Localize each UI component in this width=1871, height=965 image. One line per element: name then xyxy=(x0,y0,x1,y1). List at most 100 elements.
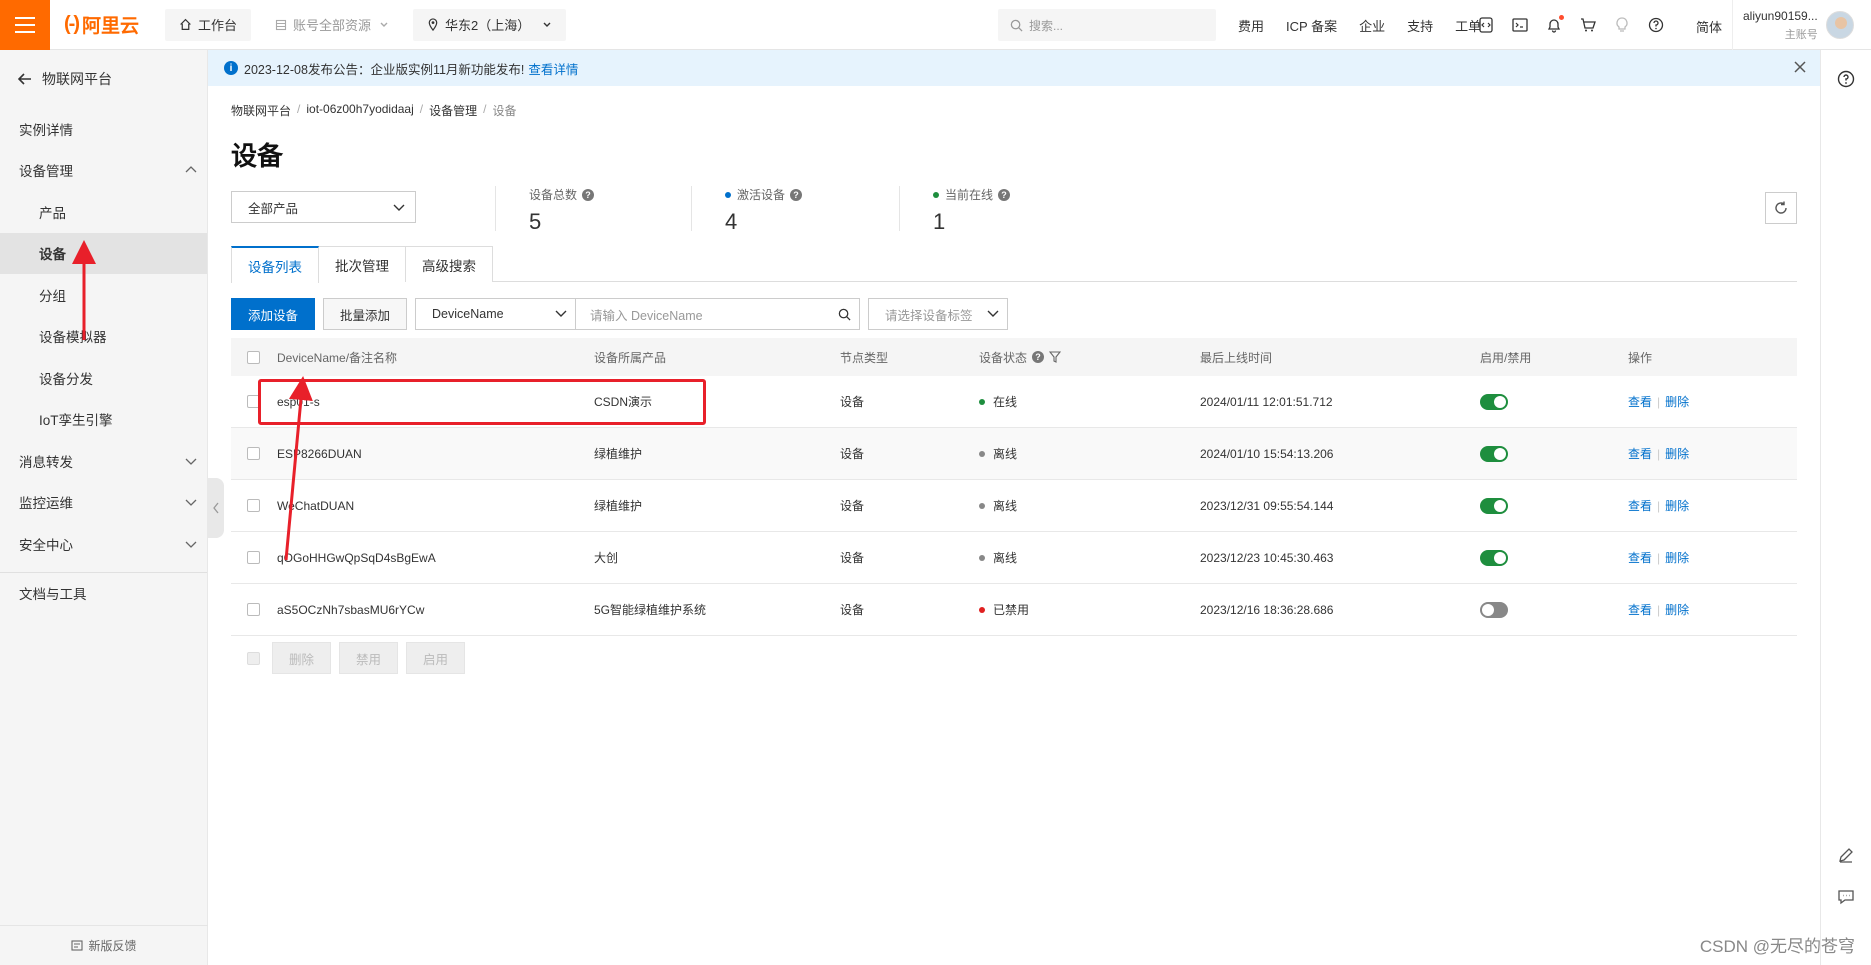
sidebar-item-device-simulator[interactable]: 设备模拟器 xyxy=(0,316,207,358)
device-product: CSDN演示 xyxy=(594,395,653,409)
search-icon[interactable] xyxy=(838,308,851,321)
question-icon[interactable]: ? xyxy=(998,188,1011,201)
device-search-input[interactable]: 请输入 DeviceName xyxy=(576,299,859,329)
sidebar-item-device-distribution[interactable]: 设备分发 xyxy=(0,357,207,399)
code-icon[interactable] xyxy=(1478,17,1494,33)
row-actions: 查看 | 删除 xyxy=(1628,601,1690,618)
language-switch[interactable]: 简体 xyxy=(1696,17,1722,36)
device-status: 离线 xyxy=(979,532,1017,583)
back-to-iot-platform[interactable]: 物联网平台 xyxy=(0,50,207,108)
announcement-link[interactable]: 查看详情 xyxy=(528,59,578,78)
sidebar-item-groups[interactable]: 分组 xyxy=(0,274,207,316)
tab-advanced-search[interactable]: 高级搜索 xyxy=(405,246,493,282)
tab-device-list[interactable]: 设备列表 xyxy=(231,246,319,283)
search-icon xyxy=(1010,19,1023,32)
row-actions: 查看 | 删除 xyxy=(1628,393,1690,410)
delete-link[interactable]: 删除 xyxy=(1665,549,1689,566)
row-checkbox[interactable] xyxy=(247,499,260,512)
sidebar-item-devices[interactable]: 设备 xyxy=(0,232,207,274)
row-checkbox[interactable] xyxy=(247,603,260,616)
device-product: 5G智能绿植维护系统 xyxy=(594,603,707,617)
search-field-select[interactable]: DeviceName xyxy=(416,299,577,329)
device-name[interactable]: ESP8266DUAN xyxy=(277,428,362,479)
avatar[interactable] xyxy=(1825,11,1854,39)
sidebar-item-message-forwarding[interactable]: 消息转发 xyxy=(0,440,207,482)
question-icon[interactable]: ? xyxy=(1032,351,1045,363)
help-icon[interactable] xyxy=(1837,70,1855,88)
row-checkbox[interactable] xyxy=(247,447,260,460)
sidebar-item-security-center[interactable]: 安全中心 xyxy=(0,523,207,565)
edit-icon[interactable] xyxy=(1837,846,1855,864)
menu-icon[interactable] xyxy=(0,0,50,50)
sidebar-item-instance-details[interactable]: 实例详情 xyxy=(0,108,207,150)
delete-link[interactable]: 删除 xyxy=(1665,601,1689,618)
status-dot xyxy=(979,554,985,561)
top-link-icp[interactable]: ICP 备案 xyxy=(1286,16,1337,35)
sidebar-item-products[interactable]: 产品 xyxy=(0,191,207,233)
sidebar-item-device-management[interactable]: 设备管理 xyxy=(0,150,207,192)
lightbulb-icon[interactable] xyxy=(1614,17,1630,33)
bulk-disable-button[interactable]: 禁用 xyxy=(339,642,399,674)
refresh-button[interactable] xyxy=(1765,192,1797,224)
workbench-button[interactable]: 工作台 xyxy=(165,8,252,41)
row-checkbox[interactable] xyxy=(247,551,260,564)
announcement-banner: i 2023-12-08发布公告：企业版实例11月新功能发布! 查看详情 xyxy=(208,50,1820,86)
sidebar-collapse-handle[interactable] xyxy=(208,478,224,538)
device-name[interactable]: esp01-s xyxy=(277,376,320,427)
announcement-text: 2023-12-08发布公告：企业版实例11月新功能发布! xyxy=(244,62,525,77)
new-version-feedback[interactable]: 新版反馈 xyxy=(0,925,208,965)
sidebar-item-monitoring-ops[interactable]: 监控运维 xyxy=(0,482,207,524)
select-all-checkbox[interactable] xyxy=(247,350,260,364)
enable-toggle[interactable] xyxy=(1480,445,1508,462)
bulk-delete-button[interactable]: 删除 xyxy=(272,642,332,674)
region-selector[interactable]: 华东2（上海） xyxy=(413,8,567,41)
cart-icon[interactable] xyxy=(1580,17,1596,33)
delete-link[interactable]: 删除 xyxy=(1665,497,1689,514)
product-filter-select[interactable]: 全部产品 xyxy=(231,191,416,223)
add-device-button[interactable]: 添加设备 xyxy=(231,298,316,330)
top-link-support[interactable]: 支持 xyxy=(1407,16,1433,35)
account-type: 主账号 xyxy=(1784,28,1818,41)
device-name[interactable]: qOGoHHGwQpSqD4sBgEwA xyxy=(277,532,436,583)
enable-toggle[interactable] xyxy=(1480,549,1508,566)
terminal-icon[interactable] xyxy=(1512,17,1528,33)
global-search-input[interactable]: 搜索... xyxy=(998,9,1216,41)
device-name[interactable]: WeChatDUAN xyxy=(277,480,354,531)
delete-link[interactable]: 删除 xyxy=(1665,445,1689,462)
chevron-left-icon xyxy=(213,502,219,514)
top-link-billing[interactable]: 费用 xyxy=(1238,16,1264,35)
view-link[interactable]: 查看 xyxy=(1628,497,1652,514)
account-menu[interactable]: aliyun90159... 主账号 xyxy=(1732,0,1854,50)
view-link[interactable]: 查看 xyxy=(1628,393,1652,410)
filter-icon[interactable] xyxy=(1049,351,1062,363)
chat-icon[interactable] xyxy=(1837,888,1855,906)
status-dot xyxy=(933,191,939,198)
close-icon[interactable] xyxy=(1792,59,1808,75)
top-link-enterprise[interactable]: 企业 xyxy=(1359,16,1385,35)
enable-toggle[interactable] xyxy=(1480,393,1508,410)
question-icon[interactable]: ? xyxy=(790,188,803,201)
notification-bell[interactable] xyxy=(1546,15,1564,33)
delete-link[interactable]: 删除 xyxy=(1665,393,1689,410)
enable-toggle[interactable] xyxy=(1480,601,1508,618)
device-name[interactable]: aS5OCzNh7sbasMU6rYCw xyxy=(277,584,424,635)
device-tag-select[interactable]: 请选择设备标签 xyxy=(868,298,1009,330)
breadcrumb-iot-platform[interactable]: 物联网平台 xyxy=(231,102,291,119)
view-link[interactable]: 查看 xyxy=(1628,549,1652,566)
tab-batch-management[interactable]: 批次管理 xyxy=(318,246,406,282)
sidebar-item-iot-twin-engine[interactable]: IoT孪生引擎 xyxy=(0,399,207,441)
view-link[interactable]: 查看 xyxy=(1628,601,1652,618)
account-resources-dropdown[interactable]: 账号全部资源 xyxy=(261,9,403,41)
view-link[interactable]: 查看 xyxy=(1628,445,1652,462)
sidebar-item-docs-tools[interactable]: 文档与工具 xyxy=(0,573,207,615)
bulk-enable-button[interactable]: 启用 xyxy=(406,642,466,674)
row-checkbox[interactable] xyxy=(247,395,260,408)
enable-toggle[interactable] xyxy=(1480,497,1508,514)
breadcrumb-instance[interactable]: iot-06z00h7yodidaaj xyxy=(306,102,413,119)
batch-add-button[interactable]: 批量添加 xyxy=(323,298,408,330)
question-icon[interactable]: ? xyxy=(582,188,595,201)
bulk-select-checkbox[interactable] xyxy=(247,651,260,665)
breadcrumb-device-management[interactable]: 设备管理 xyxy=(429,102,477,119)
aliyun-logo[interactable]: (-) 阿里云 xyxy=(64,11,139,38)
help-icon[interactable] xyxy=(1648,17,1664,33)
